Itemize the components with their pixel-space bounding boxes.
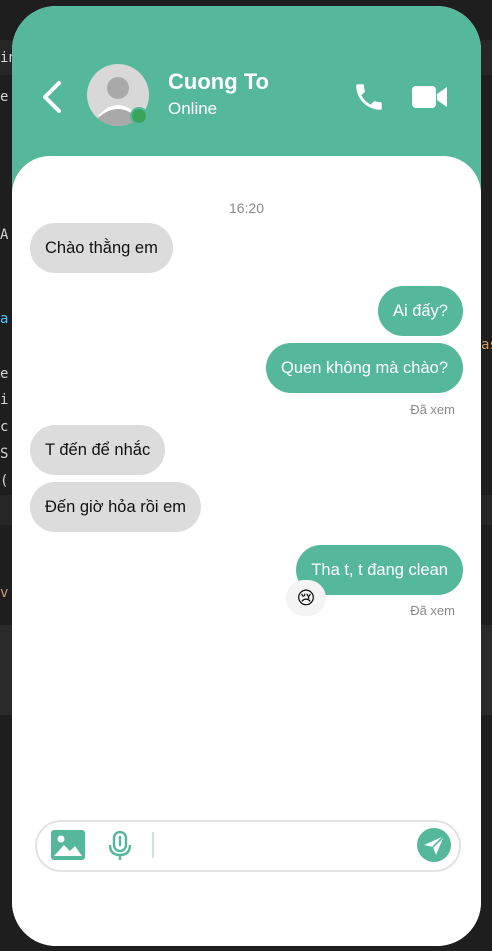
contact-presence: Online <box>168 99 218 118</box>
back-arrow-icon[interactable] <box>40 80 64 114</box>
editor-text: as <box>481 337 492 353</box>
message-bubble-outgoing[interactable]: Ai đấy? <box>377 286 463 336</box>
message-bubble-incoming[interactable]: Đến giờ hỏa rồi em <box>30 482 202 532</box>
editor-text: A <box>0 227 9 243</box>
seen-indicator: Đã xem <box>410 603 455 618</box>
editor-text: c <box>0 419 9 435</box>
microphone-icon[interactable] <box>108 831 132 861</box>
send-icon[interactable] <box>417 828 451 862</box>
editor-text: i <box>0 392 9 408</box>
message-bubble-incoming[interactable]: Chào thằng em <box>30 223 173 273</box>
message-bubble-incoming[interactable]: T đến để nhắc <box>30 425 166 475</box>
editor-text: v <box>0 585 9 601</box>
editor-text: a <box>0 311 9 327</box>
online-status-dot <box>130 107 148 125</box>
message-composer <box>35 820 461 872</box>
editor-text: S <box>0 446 9 462</box>
message-bubble-outgoing[interactable]: Quen không mà chào? <box>266 343 463 393</box>
phone-call-icon[interactable] <box>352 80 386 114</box>
editor-text: ( <box>0 473 9 489</box>
editor-text: e <box>0 366 9 382</box>
image-icon[interactable] <box>51 830 85 860</box>
message-input[interactable] <box>159 828 413 864</box>
chat-window: Cuong To Online 16:20 Chào thằng em Ai đ… <box>12 6 481 946</box>
seen-indicator: Đã xem <box>410 402 455 417</box>
message-timestamp: 16:20 <box>228 200 265 216</box>
text-caret <box>152 832 154 858</box>
editor-text: e <box>0 89 9 105</box>
message-reaction-crying-emoji[interactable]: 😢 <box>286 580 326 616</box>
contact-name: Cuong To <box>168 69 269 94</box>
video-call-icon[interactable] <box>412 84 448 110</box>
